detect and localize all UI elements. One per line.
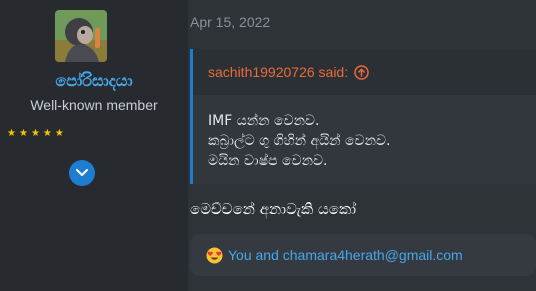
quote-line: IMF යන්න වෙනව.	[208, 113, 320, 129]
post-date[interactable]: Apr 15, 2022	[190, 14, 270, 30]
arrow-up-circle-icon	[354, 64, 369, 80]
reactions-list-link[interactable]: You and chamara4herath@gmail.com	[228, 247, 463, 263]
quote-body: IMF යන්න වෙනව. කබ්‍රාල්ට ගු ගිහින් අයින්…	[208, 111, 390, 171]
quote-author-label: sachith19920726 said:	[208, 64, 349, 80]
chevron-down-icon	[76, 169, 88, 176]
username[interactable]: පෝරිසාදයා	[0, 71, 188, 91]
heart-eyes-emoji-icon	[206, 247, 223, 263]
star-icon: ★	[54, 128, 64, 139]
quote-line: මයින වාෂ්ප වෙනව.	[208, 153, 328, 169]
quote-line: කබ්‍රාල්ට ගු ගිහින් අයින් වෙනව.	[208, 133, 391, 149]
rating-stars: ★ ★ ★ ★ ★	[7, 129, 64, 139]
post-main: Apr 15, 2022 sachith19920726 said: IMF ය…	[188, 0, 536, 291]
avatar[interactable]	[55, 10, 107, 62]
star-icon: ★	[18, 128, 28, 139]
star-icon: ★	[30, 128, 40, 139]
quote-header: sachith19920726 said:	[193, 49, 536, 95]
quote-author-link[interactable]: sachith19920726 said:	[208, 64, 369, 80]
expand-user-info-button[interactable]	[69, 160, 95, 186]
post-message: මෙච්චනේ අනාවැකි යකෝ	[190, 200, 357, 218]
star-icon: ★	[7, 128, 16, 139]
user-title: Well-known member	[30, 97, 158, 113]
quote-block: sachith19920726 said: IMF යන්න වෙනව. කබ්…	[190, 49, 536, 184]
star-icon: ★	[42, 128, 52, 139]
author-sidebar: පෝරිසාදයා Well-known member ★ ★ ★ ★ ★	[0, 0, 188, 291]
reactions-bar: You and chamara4herath@gmail.com	[190, 234, 536, 276]
